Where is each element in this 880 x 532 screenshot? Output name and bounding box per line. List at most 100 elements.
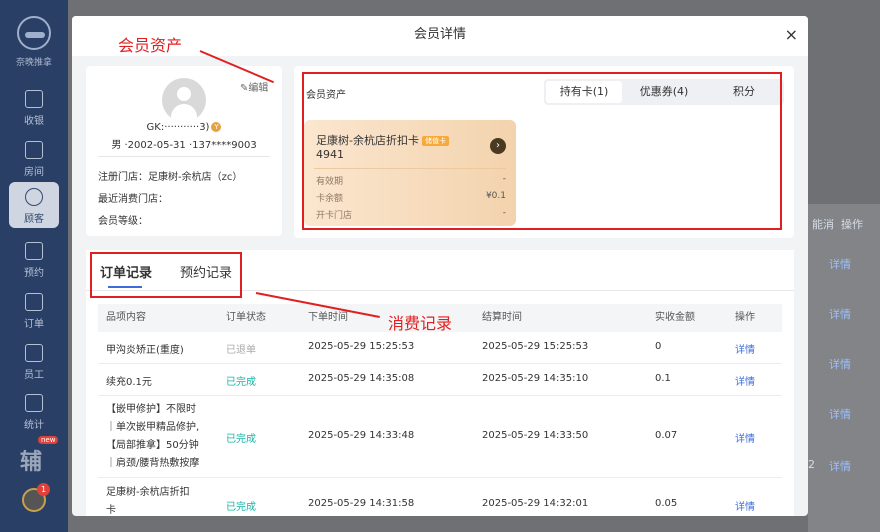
card-row-value: - <box>502 174 506 184</box>
sidebar-item-appointments[interactable]: 预约 <box>9 236 59 282</box>
detail-link[interactable]: 详情 <box>735 430 755 445</box>
background-detail-link[interactable]: 详情 <box>829 306 851 322</box>
order-time: 2025-05-29 15:25:53 <box>308 341 415 352</box>
table-row: 【嵌甲修护】不限时 ｜单次嵌甲精品修护, 【局部推拿】50分钟 ｜肩颈/腰背热敷… <box>98 396 782 478</box>
member-name: GK:···········3) Y <box>86 122 282 133</box>
monitor-icon <box>25 90 43 108</box>
tab-points[interactable]: 积分 <box>706 81 782 103</box>
notification-badge: 1 <box>37 483 50 496</box>
assistant-icon[interactable]: 辅 <box>20 444 42 476</box>
sidebar-item-label: 订单 <box>24 319 44 330</box>
tab-appointment-records[interactable]: 预约记录 <box>180 262 232 281</box>
recent-store: 最近消费门店： <box>98 194 168 205</box>
detail-link[interactable]: 详情 <box>735 373 755 388</box>
background-op-header: 能消 操作 <box>812 216 863 232</box>
clipboard-icon <box>25 293 43 311</box>
user-icon <box>25 188 43 206</box>
edit-label: 编辑 <box>248 83 269 94</box>
sidebar-item-orders[interactable]: 订单 <box>9 287 59 333</box>
settle-time: 2025-05-29 14:35:10 <box>482 373 589 384</box>
background-detail-link[interactable]: 详情 <box>829 458 851 474</box>
sidebar-item-staff[interactable]: 员工 <box>9 338 59 384</box>
detail-link[interactable]: 详情 <box>735 498 755 513</box>
sidebar-item-rooms[interactable]: 房间 <box>9 135 59 181</box>
annotation-assets: 会员资产 <box>118 36 183 55</box>
card-balance: 卡余额 ¥0.1 <box>316 191 506 204</box>
item-content: 【嵌甲修护】不限时 ｜单次嵌甲精品修护, 【局部推拿】50分钟 ｜肩颈/腰背热敷… <box>106 401 199 473</box>
vip-badge: Y <box>211 122 222 132</box>
item-content: 足康树-余杭店折扣 卡 <box>106 484 190 516</box>
profile-card: ✎编辑 GK:···········3) Y 男 ·2002-05-31 ·137… <box>86 66 282 236</box>
col-amount: 实收金额 <box>655 312 695 323</box>
item-line: ｜单次嵌甲精品修护, <box>106 422 200 433</box>
table-row: 续充0.1元 已完成 2025-05-29 14:35:08 2025-05-2… <box>98 364 782 396</box>
card-title: 足康树-余杭店折扣卡 储值卡 <box>316 132 449 148</box>
edit-button[interactable]: ✎编辑 <box>240 79 268 94</box>
tabs-divider <box>86 290 794 291</box>
card-row-label: 开卡门店 <box>316 211 353 221</box>
background-op-label: 操作 <box>841 218 863 231</box>
member-info: 男 ·2002-05-31 ·137****9003 <box>111 140 257 151</box>
assets-tabs: 持有卡(1) 优惠券(4) 积分 <box>544 79 784 105</box>
chevron-right-icon[interactable]: › <box>490 138 506 154</box>
item-content: 续充0.1元 <box>106 377 152 388</box>
card-store: 开卡门店 - <box>316 208 506 221</box>
amount: 0.05 <box>655 498 678 509</box>
amount: 0.07 <box>655 430 678 441</box>
sidebar: 奈晚推拿 收银 房间 顾客 预约 订单 员工 统计 辅 new 1 <box>0 0 68 532</box>
background-detail-link[interactable]: 详情 <box>829 356 851 372</box>
house-icon <box>25 141 43 159</box>
tab-order-records[interactable]: 订单记录 <box>100 262 152 281</box>
background-detail-link[interactable]: 详情 <box>829 406 851 422</box>
table-row: 足康树-余杭店折扣 卡 已完成 2025-05-29 14:31:58 2025… <box>98 478 782 516</box>
member-card[interactable]: 足康树-余杭店折扣卡 储值卡 4941 › 有效期 - 卡余额 ¥0.1 开卡门店 - <box>304 120 516 226</box>
item-line: 【局部推拿】50分钟 <box>106 440 199 451</box>
sidebar-item-label: 统计 <box>24 420 44 431</box>
item-line: 足康树-余杭店折扣 <box>106 487 190 498</box>
order-time: 2025-05-29 14:35:08 <box>308 373 415 384</box>
sidebar-item-label: 员工 <box>24 370 44 381</box>
tab-underline <box>108 286 142 288</box>
app-logo: 奈晚推拿 <box>0 16 68 68</box>
assets-card: 会员资产 持有卡(1) 优惠券(4) 积分 足康树-余杭店折扣卡 储值卡 4941… <box>294 66 794 238</box>
col-settle-time: 结算时间 <box>482 312 522 323</box>
logo-mark-icon <box>17 16 51 50</box>
table-row: 甲沟炎矫正(重度) 已退单 2025-05-29 15:25:53 2025-0… <box>98 332 782 364</box>
modal-title: 会员详情 <box>413 27 466 42</box>
col-action: 操作 <box>735 312 755 323</box>
card-row-label: 卡余额 <box>316 194 344 204</box>
order-time: 2025-05-29 14:31:58 <box>308 498 415 509</box>
sidebar-item-customers[interactable]: 顾客 <box>9 182 59 228</box>
settle-time: 2025-05-29 14:32:01 <box>482 498 589 509</box>
background-detail-link[interactable]: 详情 <box>829 256 851 272</box>
card-divider <box>314 168 506 169</box>
sidebar-item-label: 预约 <box>24 268 44 279</box>
records-card: 订单记录 预约记录 品项内容 订单状态 下单时间 结算时间 实收金额 操作 甲沟… <box>86 250 794 516</box>
sidebar-item-label: 顾客 <box>24 214 44 225</box>
people-icon <box>25 344 43 362</box>
sidebar-item-stats[interactable]: 统计 <box>9 388 59 434</box>
sidebar-item-label: 房间 <box>24 167 44 178</box>
modal-header: 会员详情 × <box>72 16 808 56</box>
profile-divider <box>98 156 270 157</box>
card-number: 4941 <box>316 148 344 161</box>
tab-coupons[interactable]: 优惠券(4) <box>624 81 704 103</box>
card-type-tag: 储值卡 <box>421 136 449 146</box>
detail-link[interactable]: 详情 <box>735 341 755 356</box>
chart-icon <box>25 394 43 412</box>
tab-cards[interactable]: 持有卡(1) <box>546 81 622 103</box>
annotation-records: 消费记录 <box>388 314 453 333</box>
member-level: 会员等级： <box>98 216 148 227</box>
sidebar-item-cashier[interactable]: 收银 <box>9 84 59 130</box>
card-row-value: ¥0.1 <box>485 191 506 201</box>
member-detail-modal: 会员详情 × ✎编辑 GK:···········3) Y 男 ·2002-05-… <box>72 16 808 516</box>
item-content: 甲沟炎矫正(重度) <box>106 345 184 356</box>
card-row-value: - <box>502 208 506 218</box>
close-icon[interactable]: × <box>785 16 798 54</box>
logo-text: 奈晚推拿 <box>15 58 52 68</box>
col-item: 品项内容 <box>106 312 146 323</box>
card-name: 足康树-余杭店折扣卡 <box>316 134 419 147</box>
order-status: 已退单 <box>226 345 256 356</box>
background-op-prefix: 能消 <box>812 218 834 231</box>
member-name-text: GK:···········3) <box>146 122 210 133</box>
